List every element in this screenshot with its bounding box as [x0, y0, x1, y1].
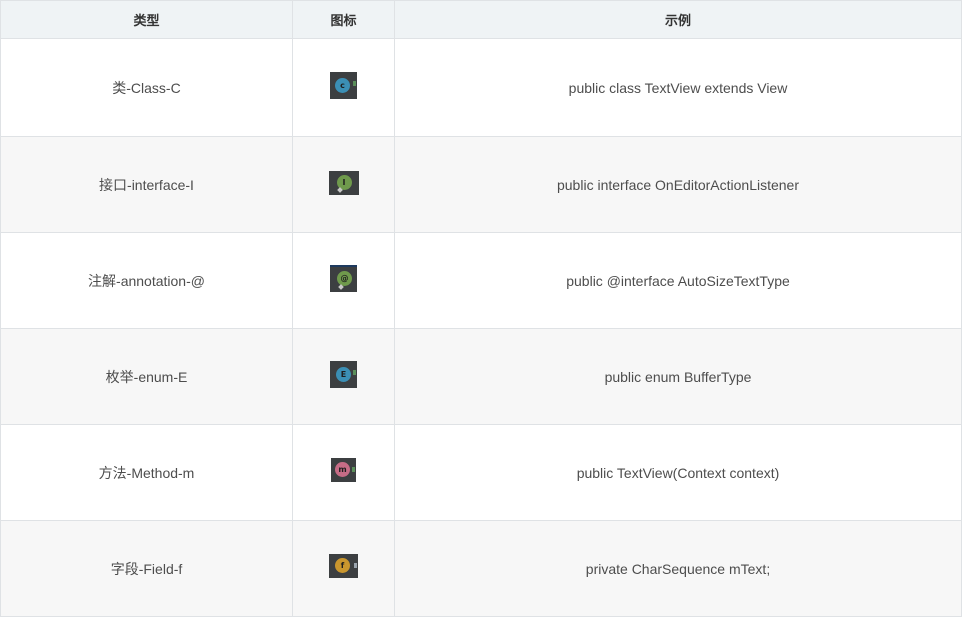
interface-icon: I [328, 170, 359, 195]
type-cell: 类-Class-C [0, 38, 293, 137]
table-row: 接口-interface-I I public interface OnEdit… [0, 136, 962, 233]
icon-cell: E [292, 328, 395, 425]
type-cell: 方法-Method-m [0, 424, 293, 521]
icon-letter: E [336, 367, 351, 382]
example-cell: private CharSequence mText; [394, 520, 962, 617]
icon-cell: I [292, 136, 395, 233]
icon-letter: @ [337, 271, 352, 286]
icon-letter: m [335, 461, 350, 477]
icon-cell: m [292, 424, 395, 521]
field-icon: f [329, 553, 358, 578]
type-cell: 接口-interface-I [0, 136, 293, 233]
header-icon: 图标 [292, 0, 395, 39]
method-icon: m [331, 457, 356, 482]
type-cell: 枚举-enum-E [0, 328, 293, 425]
table-row: 方法-Method-m m public TextView(Context co… [0, 424, 962, 521]
icon-letter: c [335, 78, 350, 93]
icon-letter: f [335, 557, 350, 573]
enum-icon: E [330, 361, 357, 388]
example-cell: public interface OnEditorActionListener [394, 136, 962, 233]
icon-cell: @ [292, 232, 395, 329]
example-cell: public @interface AutoSizeTextType [394, 232, 962, 329]
annotation-icon: @ [330, 265, 357, 292]
type-cell: 注解-annotation-@ [0, 232, 293, 329]
type-cell: 字段-Field-f [0, 520, 293, 617]
example-cell: public TextView(Context context) [394, 424, 962, 521]
table-row: 枚举-enum-E E public enum BufferType [0, 328, 962, 425]
class-icon: c [330, 72, 357, 99]
icon-cell: f [292, 520, 395, 617]
example-cell: public enum BufferType [394, 328, 962, 425]
table-row: 注解-annotation-@ @ public @interface Auto… [0, 232, 962, 329]
table-row: 类-Class-C c public class TextView extend… [0, 38, 962, 137]
header-example: 示例 [394, 0, 962, 39]
kind-icon-table: 类型 图标 示例 类-Class-C c public class TextVi… [0, 0, 962, 617]
example-cell: public class TextView extends View [394, 38, 962, 137]
table-row: 字段-Field-f f private CharSequence mText; [0, 520, 962, 617]
icon-cell: c [292, 38, 395, 137]
table-header-row: 类型 图标 示例 [0, 0, 962, 39]
header-type: 类型 [0, 0, 293, 39]
